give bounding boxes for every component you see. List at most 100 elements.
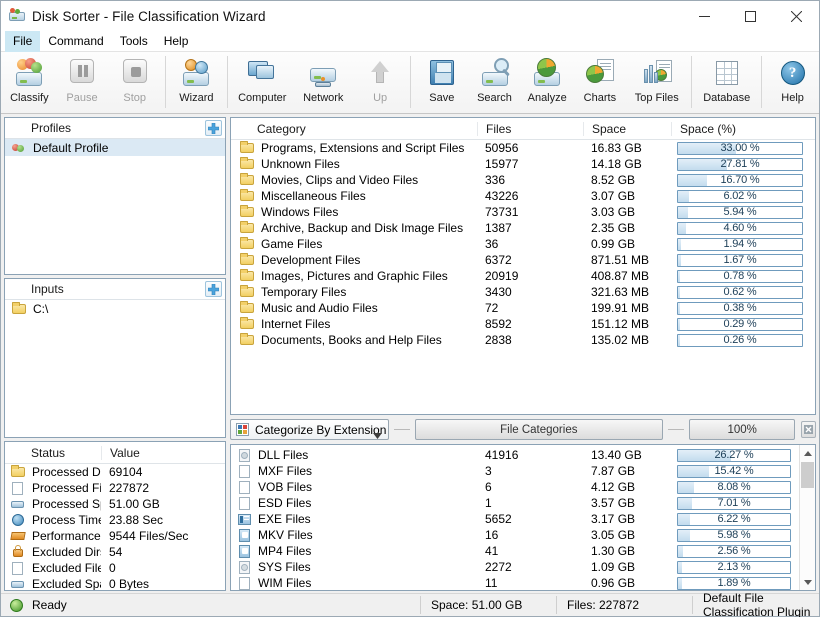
column-files[interactable]: Files [477, 121, 583, 136]
toolbar-button-search[interactable]: Search [468, 52, 521, 112]
menu-help[interactable]: Help [156, 31, 197, 52]
cell-extension: SYS Files [231, 560, 477, 575]
list-item[interactable]: VOB Files 6 4.12 GB 8.08 % [231, 479, 799, 495]
table-row[interactable]: Unknown Files 15977 14.18 GB 27.81 % [231, 156, 815, 172]
input-list-item[interactable]: C:\ [5, 300, 225, 317]
close-button[interactable] [773, 1, 819, 31]
list-item[interactable]: MXF Files 3 7.87 GB 15.42 % [231, 463, 799, 479]
cell-percent: 6.22 % [671, 512, 799, 526]
list-item[interactable]: SYS Files 2272 1.09 GB 2.13 % [231, 559, 799, 575]
cell-space: 871.51 MB [591, 253, 650, 267]
scroll-down-button[interactable] [800, 574, 816, 590]
cell-files: 6372 [485, 253, 512, 267]
toolbar-button-analyze[interactable]: Analyze [521, 52, 574, 112]
menu-tools[interactable]: Tools [112, 31, 156, 52]
percent-bar: 1.94 % [677, 237, 803, 251]
cell-extension: DLL Files [231, 448, 477, 463]
toolbar-button-save[interactable]: Save [415, 52, 468, 112]
folder-icon [239, 300, 255, 316]
folder-icon [239, 316, 255, 332]
cell-percent: 0.26 % [671, 333, 815, 347]
cell-space: 16.83 GB [591, 141, 642, 155]
table-row[interactable]: Archive, Backup and Disk Image Files 1387… [231, 220, 815, 236]
table-row[interactable]: Miscellaneous Files 43226 3.07 GB 6.02 % [231, 188, 815, 204]
close-panel-button[interactable] [801, 421, 816, 438]
status-name: Excluded Dirs [5, 544, 101, 560]
status-value: 227872 [109, 481, 150, 495]
add-input-button[interactable] [205, 281, 222, 297]
file-categories-button[interactable]: File Categories [414, 419, 664, 440]
minimize-button[interactable] [681, 1, 727, 31]
list-item[interactable]: MKV Files 16 3.05 GB 5.98 % [231, 527, 799, 543]
percent-bar: 26.27 % [677, 448, 791, 462]
network-icon [307, 57, 339, 89]
add-profile-button[interactable] [205, 120, 222, 136]
status-name-label: Excluded Dirs [32, 545, 101, 559]
table-row[interactable]: Images, Pictures and Graphic Files 20919 4… [231, 268, 815, 284]
folder-icon [10, 464, 26, 480]
toolbar-label-save: Save [429, 92, 455, 104]
list-item[interactable]: MP4 Files 41 1.30 GB 2.56 % [231, 543, 799, 559]
cell-category: Music and Audio Files [231, 300, 477, 316]
status-name-label: Processed Space [32, 497, 101, 511]
maximize-button[interactable] [727, 1, 773, 31]
toolbar-button-charts[interactable]: Charts [574, 52, 627, 112]
toolbar-button-classify[interactable]: Classify [3, 52, 56, 112]
toolbar-button-top-files[interactable]: Top Files [626, 52, 687, 112]
categorize-by-label: Categorize By Extension [255, 422, 387, 437]
list-item[interactable]: ESD Files 1 3.57 GB 7.01 % [231, 495, 799, 511]
toolbar-button-database[interactable]: Database [696, 52, 757, 112]
list-item[interactable]: DLL Files 41916 13.40 GB 26.27 % [231, 447, 799, 463]
table-row[interactable]: Internet Files 8592 151.12 MB 0.29 % [231, 316, 815, 332]
scrollbar-thumb[interactable] [801, 462, 814, 488]
column-space[interactable]: Space [583, 121, 671, 136]
cell-category: Movies, Clips and Video Files [231, 172, 477, 188]
toolbar-button-network[interactable]: Network [293, 52, 354, 112]
table-row[interactable]: Movies, Clips and Video Files 336 8.52 GB 1… [231, 172, 815, 188]
cell-space: 135.02 MB [591, 333, 650, 347]
cell-files: 5652 [485, 512, 512, 526]
table-row[interactable]: Programs, Extensions and Script Files 509… [231, 140, 815, 156]
toolbar-button-help[interactable]: ? Help [766, 52, 819, 112]
category-label: Windows Files [261, 205, 339, 219]
folder-icon [239, 252, 255, 268]
left-column: Profiles Default Profile Inputs C:\ Stat… [1, 114, 228, 593]
list-item[interactable]: WIM Files 11 0.96 GB 1.89 % [231, 575, 799, 590]
database-grid-icon [711, 57, 743, 89]
menu-bar: File Command Tools Help [1, 30, 819, 52]
categorize-by-dropdown[interactable]: Categorize By Extension [230, 419, 389, 440]
clock-icon [10, 512, 26, 528]
extensions-toolbar: Categorize By Extension File Categories … [230, 418, 816, 441]
cell-percent: 2.56 % [671, 544, 799, 558]
column-category[interactable]: Category [231, 122, 477, 136]
toolbar-button-computer[interactable]: Computer [232, 52, 293, 112]
category-label: Internet Files [261, 317, 331, 331]
cell-percent: 7.01 % [671, 496, 799, 510]
cell-files: 3 [485, 464, 492, 478]
cell-space: 7.87 GB [591, 464, 636, 478]
table-row[interactable]: Documents, Books and Help Files 2838 135.0… [231, 332, 815, 348]
menu-command[interactable]: Command [40, 31, 111, 52]
cell-space: 199.91 MB [591, 301, 650, 315]
scroll-up-button[interactable] [800, 445, 816, 461]
column-space-percent[interactable]: Space (%) [671, 121, 815, 136]
video-file-icon [237, 528, 252, 543]
status-plugin: Default File Classification Plugin [703, 591, 811, 617]
list-item[interactable]: EXE Files 5652 3.17 GB 6.22 % [231, 511, 799, 527]
status-name: Process Time [5, 512, 101, 528]
table-row[interactable]: Music and Audio Files 72 199.91 MB 0.38 % [231, 300, 815, 316]
toolbar-button-wizard[interactable]: Wizard [170, 52, 223, 112]
status-name-label: Process Time [32, 513, 101, 527]
percent-button[interactable]: 100% [689, 419, 796, 440]
table-row[interactable]: Game Files 36 0.99 GB 1.94 % [231, 236, 815, 252]
table-row[interactable]: Windows Files 73731 3.03 GB 5.94 % [231, 204, 815, 220]
menu-file[interactable]: File [5, 30, 41, 52]
table-row[interactable]: Development Files 6372 871.51 MB 1.67 % [231, 252, 815, 268]
table-row[interactable]: Temporary Files 3430 321.63 MB 0.62 % [231, 284, 815, 300]
toolbar-button-stop[interactable]: Stop [108, 52, 161, 112]
extensions-scrollbar[interactable] [799, 445, 815, 590]
toolbar-button-pause[interactable]: Pause [56, 52, 109, 112]
profile-list-item[interactable]: Default Profile [5, 139, 225, 156]
percent-bar: 0.26 % [677, 333, 803, 347]
toolbar-button-up[interactable]: Up [354, 52, 407, 112]
